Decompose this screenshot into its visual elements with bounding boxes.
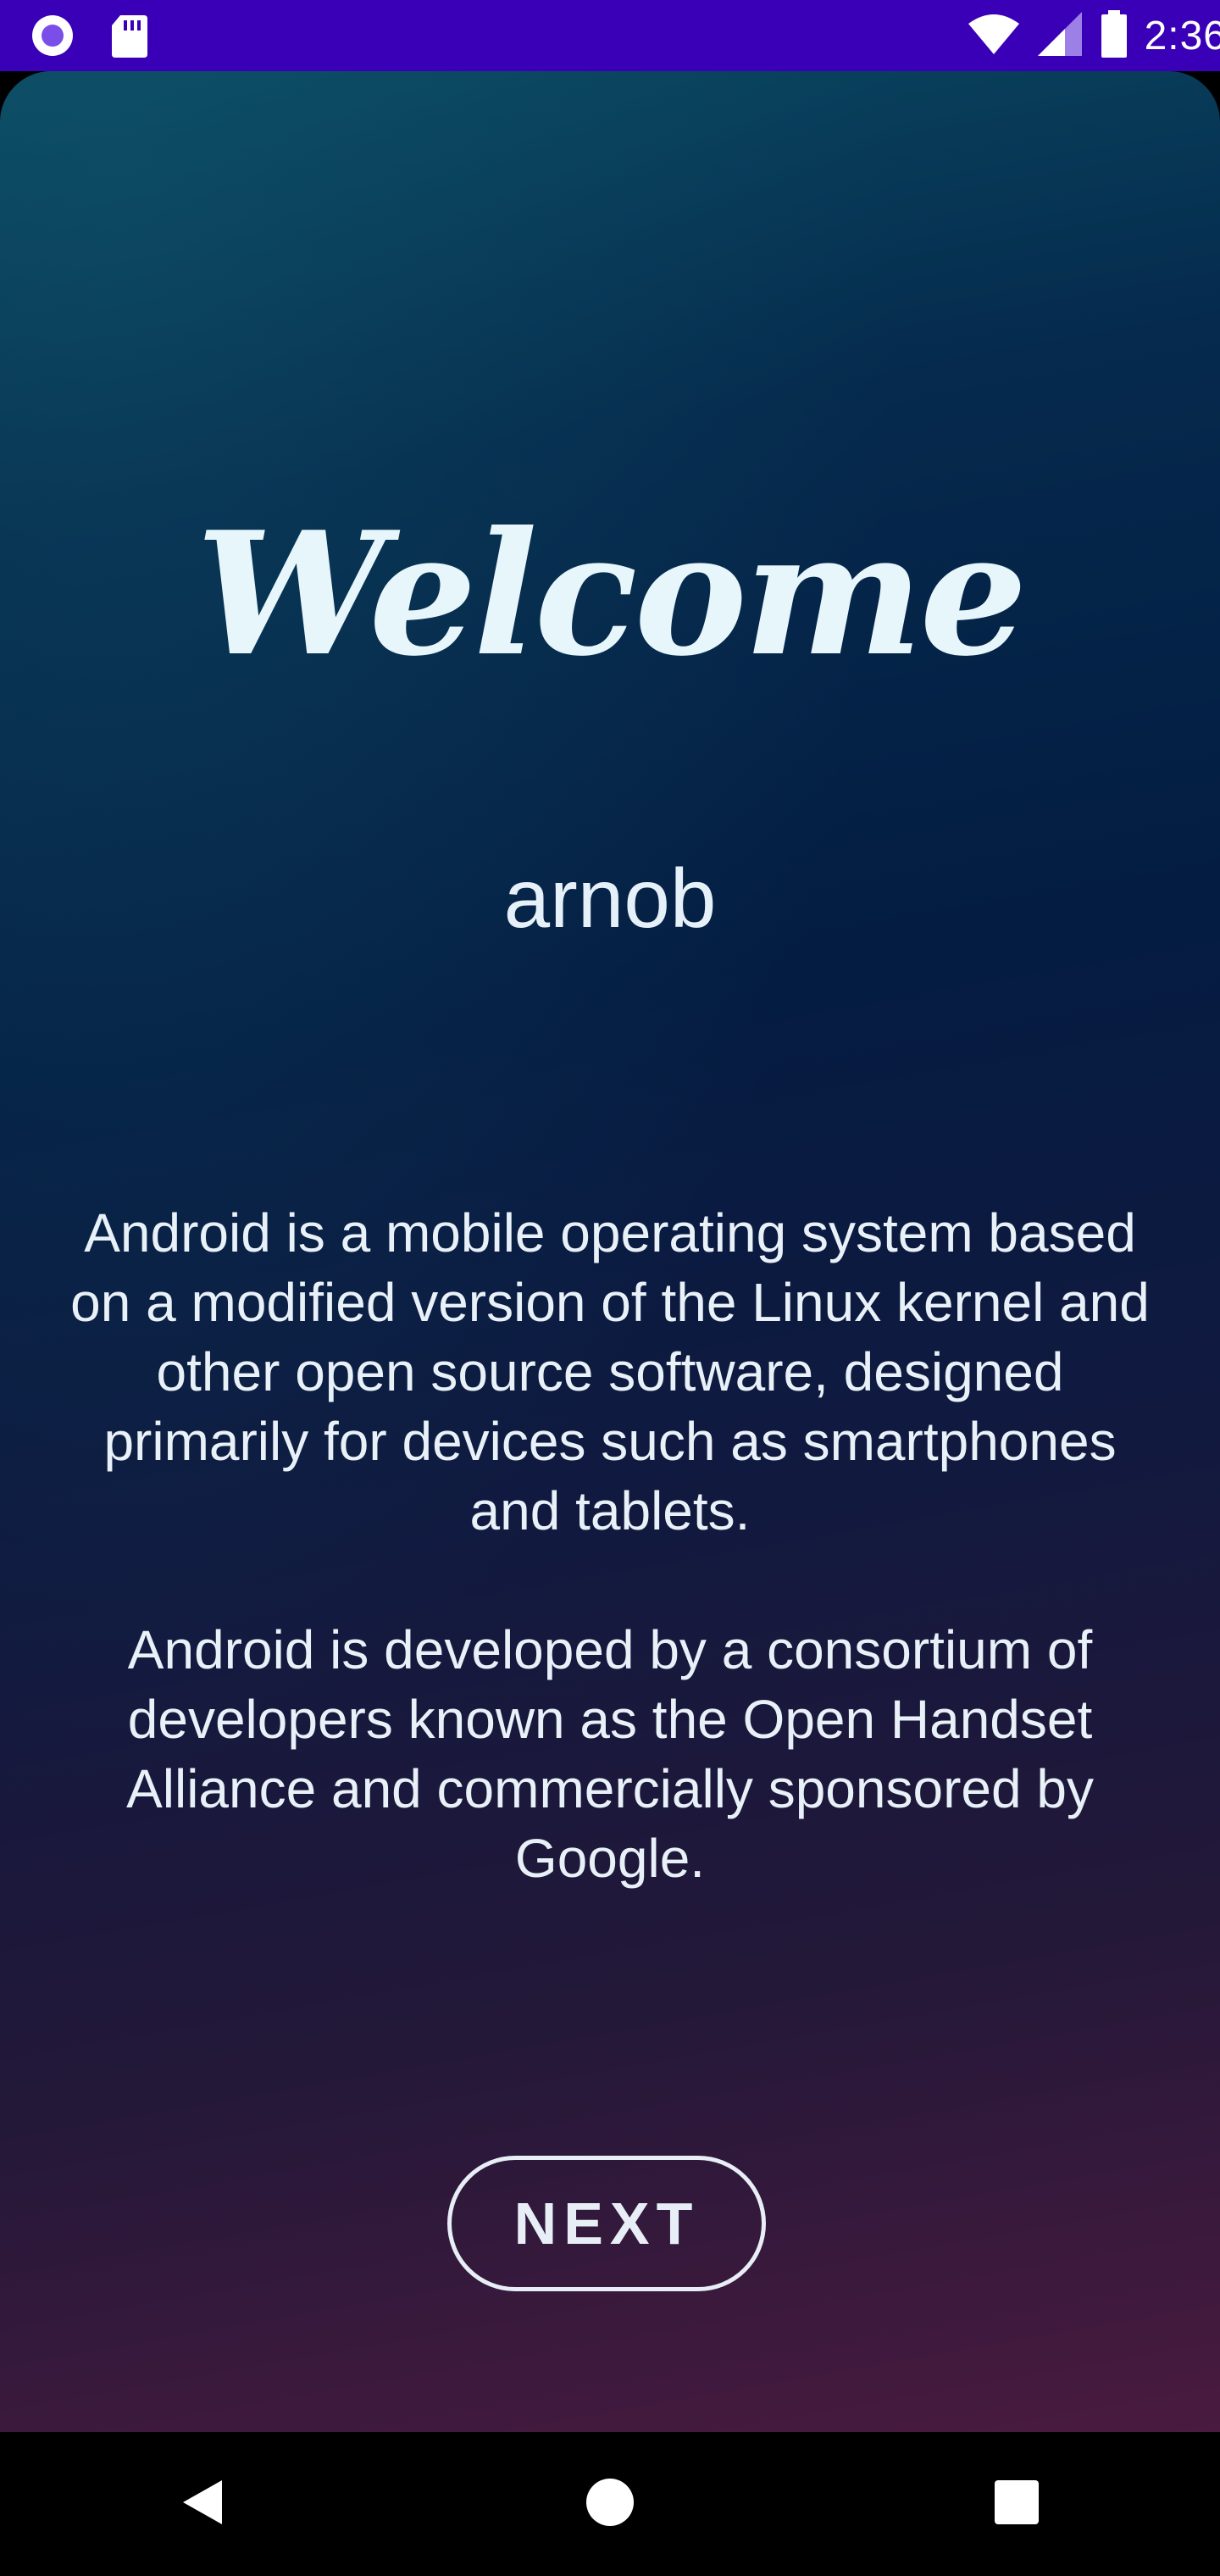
welcome-title: Welcome (196, 495, 1028, 694)
description-paragraph: Android is a mobile operating system bas… (70, 1202, 1150, 1541)
cellular-signal-icon (1036, 10, 1084, 62)
next-button[interactable]: NEXT (447, 2156, 766, 2291)
sd-card-icon (110, 12, 149, 64)
back-icon (178, 2477, 229, 2532)
home-icon (585, 2477, 635, 2532)
status-time: 2:36 (1144, 13, 1220, 58)
status-bar: 2:36 (0, 0, 1220, 71)
home-button[interactable] (542, 2453, 678, 2555)
recents-icon (993, 2479, 1040, 2530)
status-right-icons: 2:36 (967, 8, 1220, 63)
username-label: arnob (503, 852, 717, 945)
description-paragraph: Android is developed by a consortium of … (126, 1619, 1094, 1889)
battery-icon (1099, 8, 1129, 64)
phone-screen: 2:36 Welcome arnob Android is a mobile o… (0, 0, 1220, 2576)
welcome-screen: Welcome arnob Android is a mobile operat… (0, 71, 1220, 2432)
recents-button[interactable] (949, 2453, 1084, 2555)
description-text: Android is a mobile operating system bas… (68, 1198, 1152, 1963)
wifi-icon (967, 12, 1021, 60)
status-left-icons (29, 12, 149, 64)
back-button[interactable] (136, 2453, 271, 2555)
app-notification-icon (29, 12, 76, 64)
navigation-bar (0, 2432, 1220, 2576)
